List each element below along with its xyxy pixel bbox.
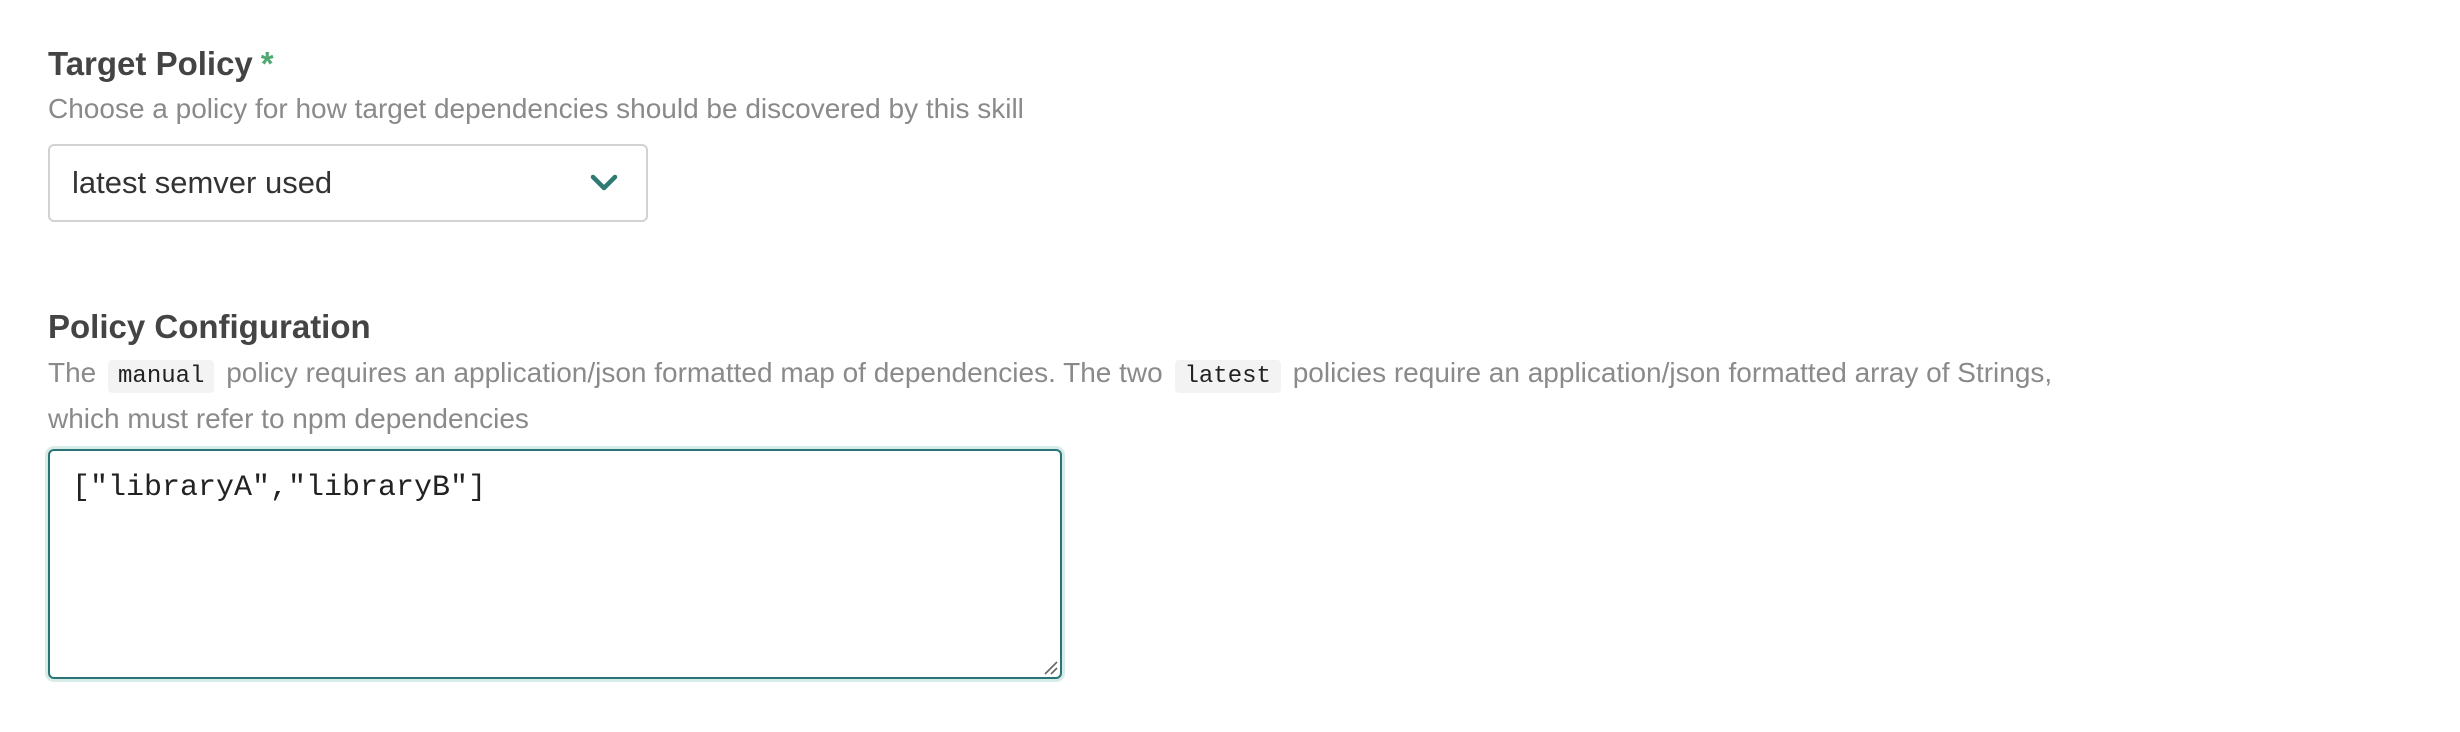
resize-handle-icon[interactable]	[1042, 659, 1058, 675]
target-policy-select[interactable]: latest semver used	[48, 144, 648, 222]
description-text-2: policy requires an application/json form…	[226, 357, 1163, 388]
description-text-1: The	[48, 357, 97, 388]
policy-configuration-title: Policy Configuration	[48, 308, 371, 345]
policy-configuration-description: The manual policy requires an applicatio…	[48, 352, 2228, 440]
required-mark: *	[260, 45, 274, 82]
target-policy-title: Target Policy *	[48, 44, 274, 84]
manual-code: manual	[108, 360, 215, 393]
target-policy-title-text: Target Policy	[48, 45, 253, 82]
latest-code: latest	[1174, 360, 1281, 393]
target-policy-description: Choose a policy for how target dependenc…	[48, 93, 1024, 124]
policy-configuration-description-line1: The manual policy requires an applicatio…	[48, 352, 2228, 398]
description-text-3: policies require an application/json for…	[1292, 357, 2053, 388]
policy-configuration-description-line2: which must refer to npm dependencies	[48, 403, 529, 434]
policy-configuration-textarea[interactable]	[50, 451, 1060, 677]
policy-configuration-textarea-wrapper	[48, 449, 1062, 679]
chevron-down-icon	[590, 173, 618, 193]
target-policy-selected-value: latest semver used	[72, 165, 333, 200]
